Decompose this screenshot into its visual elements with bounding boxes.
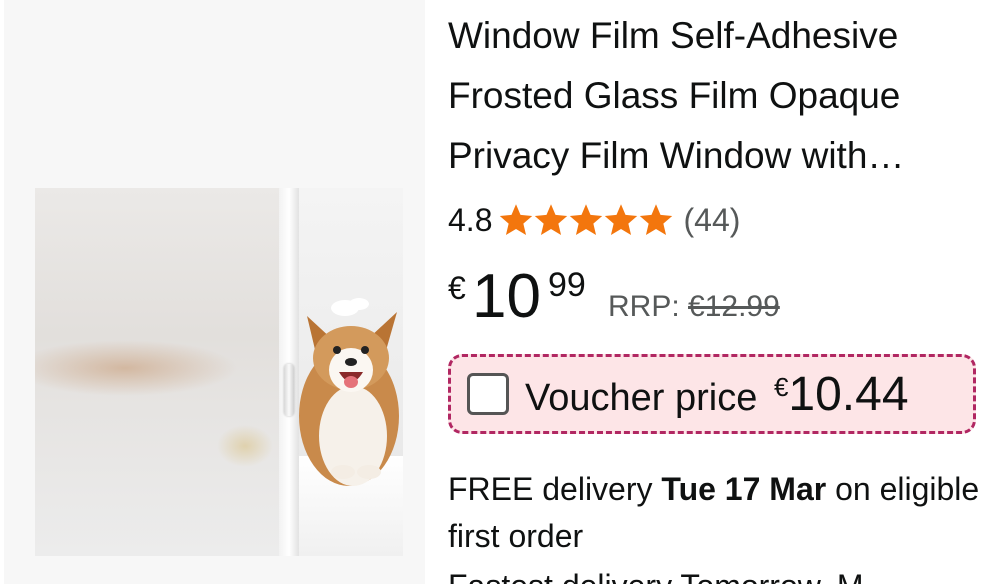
star-icon (570, 204, 603, 235)
voucher-amount: 10.44 (788, 367, 909, 421)
voucher-label: Voucher price (525, 376, 758, 419)
voucher-text: Voucher price €10.44 (525, 367, 909, 422)
product-image[interactable] (35, 188, 403, 556)
rating-value: 4.8 (448, 201, 493, 238)
star-icon (640, 204, 673, 235)
star-rating (498, 202, 673, 238)
review-count-link[interactable]: (44) (683, 202, 740, 239)
window-handle (284, 364, 294, 416)
product-image-panel[interactable] (4, 0, 425, 584)
delivery-info: FREE delivery Tue 17 Mar on eligible fir… (448, 466, 988, 560)
rating-row[interactable]: 4.8 (44) (448, 198, 740, 242)
corgi-dog-illustration (299, 298, 399, 486)
rrp-value: €12.99 (688, 290, 780, 323)
delivery-prefix: FREE delivery (448, 471, 653, 507)
frosted-film-pane (35, 188, 279, 556)
price-whole: 10 (472, 262, 541, 331)
voucher-checkbox[interactable] (467, 373, 509, 415)
voucher-option[interactable]: Voucher price €10.44 (448, 354, 976, 434)
price-fraction: 99 (548, 266, 586, 304)
star-icon (605, 204, 638, 235)
star-icon (500, 204, 533, 235)
rrp-price: RRP: €12.99 (608, 290, 780, 324)
fastest-delivery-line: Fastest delivery Tomorrow, M (448, 568, 864, 584)
star-icon (535, 204, 568, 235)
product-card[interactable]: Window Film Self-Adhesive Frosted Glass … (0, 0, 999, 584)
voucher-currency: € (773, 371, 789, 402)
delivery-date: Tue 17 Mar (661, 471, 827, 507)
rrp-label: RRP: (608, 290, 680, 323)
product-title[interactable]: Window Film Self-Adhesive Frosted Glass … (448, 6, 983, 186)
price-currency: € (448, 270, 466, 306)
